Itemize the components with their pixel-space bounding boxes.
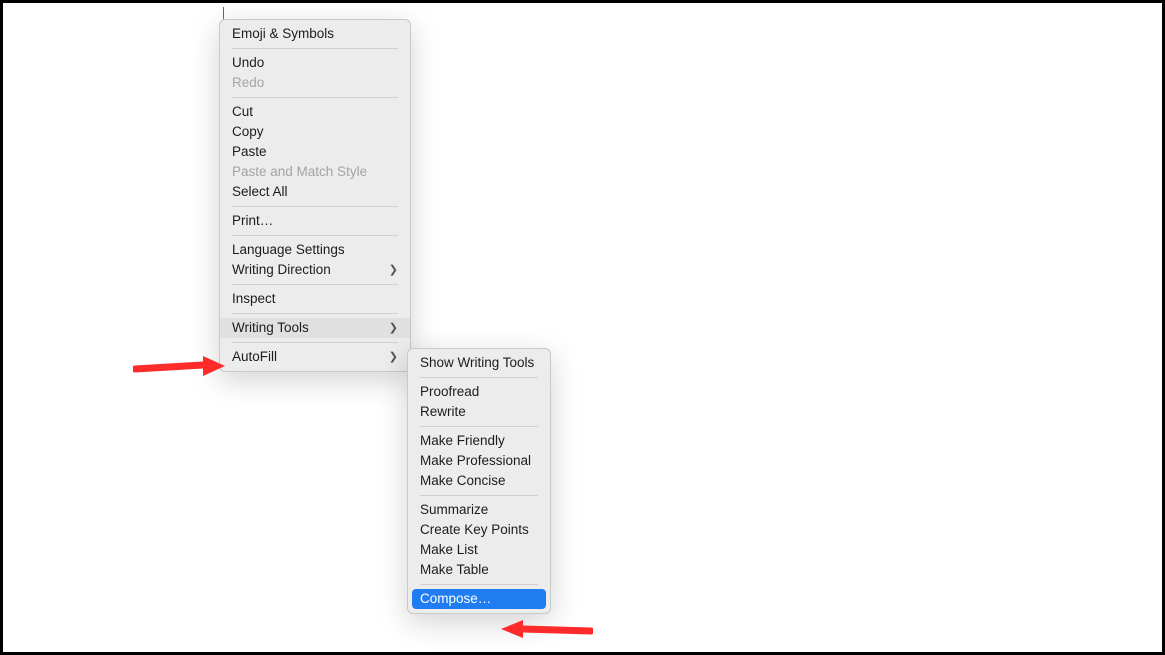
menu-item-paste-match-style: Paste and Match Style (220, 162, 410, 182)
menu-label: Make List (420, 540, 478, 560)
menu-item-make-list[interactable]: Make List (408, 540, 550, 560)
menu-item-writing-direction[interactable]: Writing Direction ❯ (220, 260, 410, 280)
menu-separator (420, 377, 538, 378)
menu-label: Print… (232, 211, 273, 231)
menu-label: Proofread (420, 382, 479, 402)
menu-item-paste[interactable]: Paste (220, 142, 410, 162)
menu-label: Compose… (420, 589, 491, 609)
menu-item-make-concise[interactable]: Make Concise (408, 471, 550, 491)
menu-label: Make Professional (420, 451, 531, 471)
chevron-right-icon: ❯ (389, 347, 398, 367)
menu-item-show-writing-tools[interactable]: Show Writing Tools (408, 353, 550, 373)
menu-item-rewrite[interactable]: Rewrite (408, 402, 550, 422)
menu-label: Make Friendly (420, 431, 505, 451)
menu-separator (420, 495, 538, 496)
menu-item-language-settings[interactable]: Language Settings (220, 240, 410, 260)
menu-item-create-key-points[interactable]: Create Key Points (408, 520, 550, 540)
menu-item-autofill[interactable]: AutoFill ❯ (220, 347, 410, 367)
menu-item-cut[interactable]: Cut (220, 102, 410, 122)
menu-item-copy[interactable]: Copy (220, 122, 410, 142)
menu-item-emoji-symbols[interactable]: Emoji & Symbols (220, 24, 410, 44)
menu-item-make-table[interactable]: Make Table (408, 560, 550, 580)
menu-separator (232, 313, 398, 314)
context-menu: Emoji & Symbols Undo Redo Cut Copy Paste… (219, 19, 411, 372)
menu-separator (232, 97, 398, 98)
menu-separator (232, 48, 398, 49)
menu-item-make-friendly[interactable]: Make Friendly (408, 431, 550, 451)
chevron-right-icon: ❯ (389, 318, 398, 338)
menu-label: Rewrite (420, 402, 466, 422)
menu-item-summarize[interactable]: Summarize (408, 500, 550, 520)
menu-label: Create Key Points (420, 520, 529, 540)
menu-label: Paste (232, 142, 267, 162)
menu-label: Show Writing Tools (420, 353, 534, 373)
menu-label: Cut (232, 102, 253, 122)
menu-label: Select All (232, 182, 288, 202)
menu-label: Undo (232, 53, 264, 73)
menu-separator (232, 235, 398, 236)
menu-separator (232, 284, 398, 285)
menu-separator (420, 426, 538, 427)
menu-item-make-professional[interactable]: Make Professional (408, 451, 550, 471)
menu-label: Redo (232, 73, 264, 93)
chevron-right-icon: ❯ (389, 260, 398, 280)
menu-separator (232, 206, 398, 207)
menu-item-redo: Redo (220, 73, 410, 93)
menu-label: Summarize (420, 500, 488, 520)
menu-label: Copy (232, 122, 264, 142)
menu-item-writing-tools[interactable]: Writing Tools ❯ (220, 318, 410, 338)
menu-separator (420, 584, 538, 585)
menu-item-compose[interactable]: Compose… (412, 589, 546, 609)
menu-label: Writing Tools (232, 318, 309, 338)
menu-label: Make Concise (420, 471, 506, 491)
writing-tools-submenu: Show Writing Tools Proofread Rewrite Mak… (407, 348, 551, 614)
menu-item-proofread[interactable]: Proofread (408, 382, 550, 402)
menu-item-undo[interactable]: Undo (220, 53, 410, 73)
menu-label: Paste and Match Style (232, 162, 367, 182)
menu-label: Emoji & Symbols (232, 24, 334, 44)
menu-separator (232, 342, 398, 343)
menu-label: Make Table (420, 560, 489, 580)
menu-item-inspect[interactable]: Inspect (220, 289, 410, 309)
menu-label: AutoFill (232, 347, 277, 367)
menu-label: Writing Direction (232, 260, 331, 280)
menu-label: Language Settings (232, 240, 345, 260)
menu-item-print[interactable]: Print… (220, 211, 410, 231)
menu-item-select-all[interactable]: Select All (220, 182, 410, 202)
annotation-arrow-compose (501, 617, 593, 643)
menu-label: Inspect (232, 289, 276, 309)
annotation-arrow-writing-tools (133, 353, 225, 379)
